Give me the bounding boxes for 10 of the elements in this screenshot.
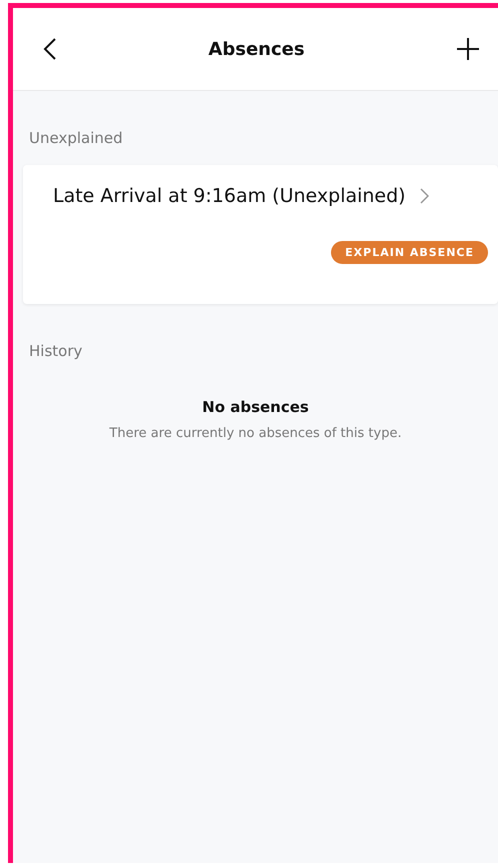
page-title: Absences [208, 38, 305, 60]
empty-message: There are currently no absences of this type. [108, 426, 403, 441]
back-icon [43, 37, 57, 61]
chevron-right-icon [420, 188, 429, 204]
empty-title: No absences [201, 398, 310, 416]
section-title: Unexplained [28, 128, 124, 147]
plus-icon [456, 37, 480, 61]
absence-card[interactable]: Late Arrival at 9:16am (Unexplained) EXPLAIN ABSENCE [23, 165, 498, 304]
section-title: History [28, 341, 84, 360]
absence-title: Late Arrival at 9:16am (Unexplained) [53, 185, 406, 207]
